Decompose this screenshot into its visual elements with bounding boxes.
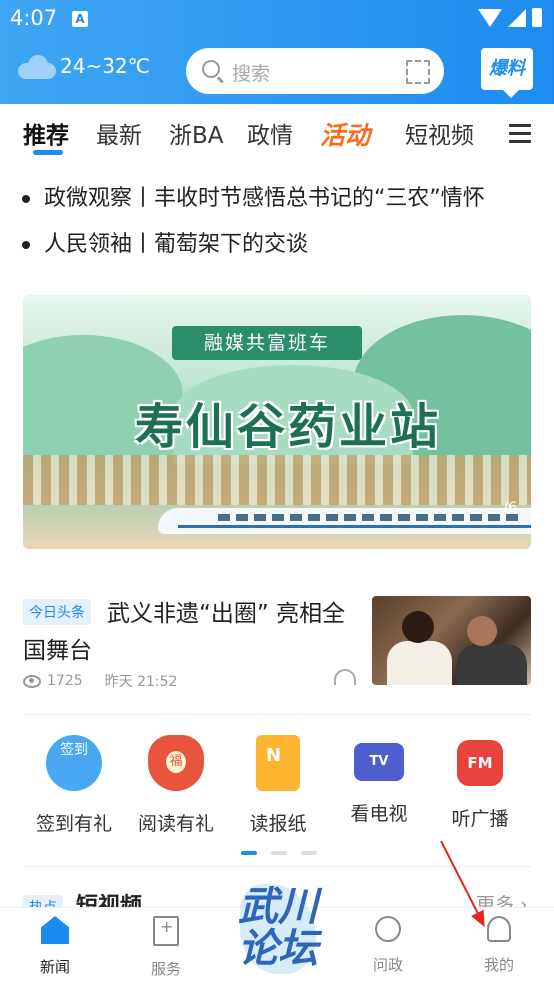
service-label: 看电视: [350, 803, 408, 825]
nav-news[interactable]: 新闻: [20, 916, 90, 977]
weather-temperature: 24~32℃: [60, 54, 151, 78]
thumb-figure: [467, 616, 497, 646]
lucky-bag-label: 福: [166, 751, 186, 773]
thumb-figure: [457, 644, 527, 685]
newspaper-icon: N: [256, 735, 300, 791]
headphone-icon[interactable]: [334, 669, 356, 685]
service-newspaper[interactable]: N 读报纸: [228, 735, 328, 836]
service-read-reward[interactable]: 福 阅读有礼: [126, 735, 226, 836]
status-time: 4:07: [10, 6, 58, 30]
train-stripe: [178, 525, 531, 528]
search-icon: [202, 60, 220, 78]
tab-zheba[interactable]: 浙BA: [169, 116, 224, 150]
news-meta: 1725 昨天 21:52: [23, 671, 177, 691]
bookmark-icon: [153, 916, 179, 946]
nav-label: 问政: [372, 956, 403, 974]
newspaper-glyph: N: [266, 745, 282, 766]
search-bar[interactable]: 搜索: [186, 48, 444, 94]
banner-page-indicator: /6: [503, 500, 517, 516]
banner-field: [23, 455, 531, 505]
headline-item[interactable]: 人民领袖丨葡萄架下的交谈: [22, 226, 308, 258]
scan-icon[interactable]: [406, 60, 430, 84]
tab-short-video[interactable]: 短视频: [405, 116, 474, 150]
page-dots: [241, 851, 317, 855]
page-dot: [301, 851, 317, 855]
wifi-icon: [478, 8, 502, 27]
bullet-icon: [22, 195, 30, 203]
thumb-figure: [402, 611, 434, 643]
banner-train: [158, 508, 531, 534]
user-icon: [487, 916, 511, 942]
headline-item[interactable]: 政微观察丨丰收时节感悟总书记的“三农”情怀: [22, 180, 485, 212]
cloud-icon: [18, 55, 56, 79]
service-checkin[interactable]: 签到 签到有礼: [24, 735, 124, 836]
nav-inquiry[interactable]: 问政: [353, 916, 423, 975]
status-icons: [478, 8, 542, 27]
battery-icon: [532, 8, 542, 27]
banner-carousel[interactable]: 融媒共富班车 寿仙谷药业站 /6: [23, 295, 531, 549]
banner-title: 寿仙谷药业站: [134, 399, 441, 455]
baoliao-button[interactable]: 爆料: [481, 48, 533, 98]
menu-icon[interactable]: [509, 124, 531, 144]
news-views: 1725: [47, 673, 83, 689]
tab-recommend[interactable]: 推荐: [23, 116, 69, 150]
tv-icon: TV: [354, 743, 404, 781]
heart-icon: [375, 916, 401, 942]
news-thumbnail: [372, 596, 531, 685]
nav-mine[interactable]: 我的: [464, 916, 534, 975]
weather-widget[interactable]: 24~32℃: [18, 54, 151, 79]
service-tv[interactable]: TV 看电视: [329, 735, 429, 826]
lucky-bag-icon: 福: [148, 735, 204, 791]
news-time: 昨天 21:52: [104, 674, 178, 690]
checkin-icon: 签到: [46, 735, 102, 791]
thumb-figure: [387, 641, 452, 685]
nav-label: 我的: [483, 956, 514, 974]
nav-label: 服务: [150, 960, 181, 978]
news-item[interactable]: 武义非遗“出圈” 亮相全国舞台 今日头条 1725 昨天 21:52: [23, 596, 531, 696]
divider: [23, 714, 531, 715]
radio-icon: FM: [457, 740, 503, 786]
tab-activity[interactable]: 活动: [320, 116, 370, 152]
logo-text: 武川论坛: [238, 884, 318, 972]
headline-text: 政微观察丨丰收时节感悟总书记的“三农”情怀: [44, 186, 485, 211]
service-label: 读报纸: [249, 813, 307, 835]
bullet-icon: [22, 241, 30, 249]
forum-logo[interactable]: 武川论坛: [228, 872, 328, 984]
signal-icon: [508, 8, 526, 27]
home-icon: [41, 916, 69, 944]
service-radio[interactable]: FM 听广播: [430, 735, 530, 831]
nav-label: 新闻: [39, 958, 70, 976]
train-windows: [218, 514, 518, 521]
headline-text: 人民领袖丨葡萄架下的交谈: [44, 232, 309, 257]
page-dot: [271, 851, 287, 855]
tab-latest[interactable]: 最新: [96, 116, 142, 150]
search-placeholder: 搜索: [232, 63, 271, 85]
banner-tag: 融媒共富班车: [172, 326, 362, 360]
tab-politics[interactable]: 政情: [247, 116, 293, 150]
news-tag: 今日头条: [23, 599, 91, 625]
status-bar: 4:07 A: [0, 0, 554, 38]
service-label: 签到有礼: [35, 813, 112, 835]
notification-icon: A: [72, 11, 88, 27]
eye-icon: [23, 674, 41, 688]
tab-active-indicator: [33, 150, 63, 155]
nav-service[interactable]: 服务: [131, 916, 201, 979]
page-dot: [241, 851, 257, 855]
service-label: 阅读有礼: [137, 813, 214, 835]
service-label: 听广播: [451, 808, 509, 830]
channel-tabs: 推荐 最新 浙BA 政情 活动 短视频: [0, 110, 554, 160]
